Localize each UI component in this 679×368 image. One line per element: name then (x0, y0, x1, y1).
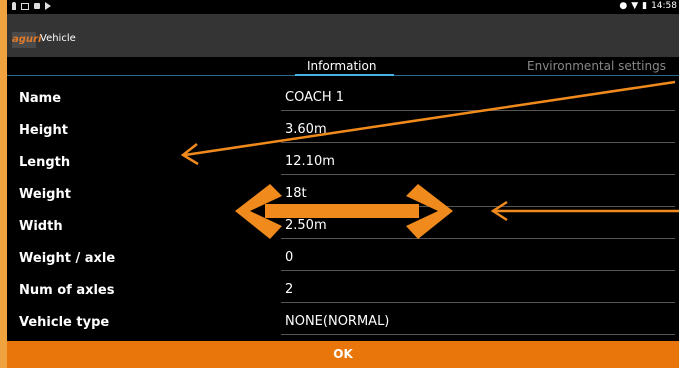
battery-icon: ▮ (642, 1, 648, 11)
field-value[interactable]: 2.50m (285, 218, 327, 233)
field-label: Weight / axle (19, 251, 116, 266)
field-value[interactable]: 3.60m (285, 122, 327, 137)
field-underline (281, 142, 675, 143)
field-row-weight-per-axle[interactable]: Weight / axle 0 (7, 244, 679, 276)
field-value[interactable]: 2 (285, 282, 293, 297)
field-underline (281, 110, 675, 111)
field-row-weight[interactable]: Weight 18t (7, 180, 679, 212)
field-label: Num of axles (19, 283, 115, 298)
lock-icon (34, 3, 40, 9)
field-value[interactable]: 18t (285, 186, 307, 201)
field-value[interactable]: NONE(NORMAL) (285, 314, 389, 329)
field-underline (281, 238, 675, 239)
field-underline (281, 302, 675, 303)
status-time: 14:58 (651, 1, 677, 11)
field-label: Vehicle type (19, 315, 110, 330)
tab-selected-indicator (295, 74, 394, 76)
field-row-width[interactable]: Width 2.50m (7, 212, 679, 244)
field-row-length[interactable]: Length 12.10m (7, 148, 679, 180)
app-logo: aguri (12, 32, 41, 48)
app-bar (7, 14, 679, 57)
field-row-name[interactable]: Name COACH 1 (7, 84, 679, 116)
tab-information[interactable]: Information (307, 59, 376, 73)
person-icon (12, 2, 16, 10)
field-row-height[interactable]: Height 3.60m (7, 116, 679, 148)
status-bar: ● ▼ ▮ 14:58 (7, 0, 679, 14)
field-value[interactable]: 12.10m (285, 154, 335, 169)
field-underline (281, 270, 675, 271)
play-icon (45, 2, 51, 10)
tab-bar: Information Environmental settings (7, 57, 679, 76)
wifi-icon: ▼ (631, 1, 639, 11)
field-label: Width (19, 219, 63, 234)
field-label: Height (19, 123, 68, 138)
field-value[interactable]: 0 (285, 250, 293, 265)
vehicle-settings-screen: ● ▼ ▮ 14:58 aguri Vehicle Information En… (7, 0, 679, 368)
field-label: Name (19, 91, 62, 106)
field-row-vehicle-type[interactable]: Vehicle type NONE(NORMAL) (7, 308, 679, 340)
field-underline (281, 334, 675, 335)
image-icon (21, 2, 29, 10)
app-title: Vehicle (40, 33, 76, 44)
tab-environmental-settings[interactable]: Environmental settings (527, 59, 666, 73)
field-underline (281, 174, 675, 175)
field-row-num-of-axles[interactable]: Num of axles 2 (7, 276, 679, 308)
field-value[interactable]: COACH 1 (285, 90, 344, 105)
ok-button[interactable]: OK (7, 341, 679, 368)
location-icon: ● (619, 1, 628, 11)
field-label: Length (19, 155, 71, 170)
field-label: Weight (19, 187, 71, 202)
field-underline (281, 206, 675, 207)
